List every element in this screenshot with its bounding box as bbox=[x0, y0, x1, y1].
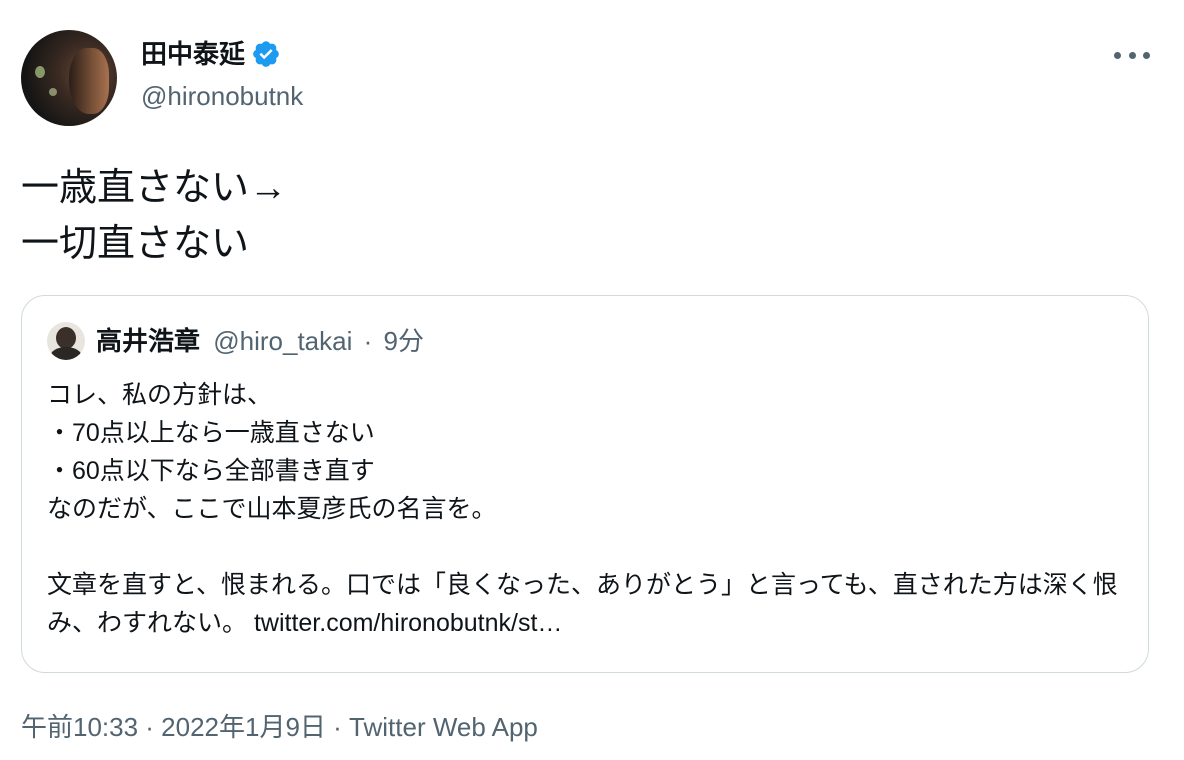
more-dot bbox=[1143, 51, 1150, 59]
quoted-header: 高井浩章 @hiro_takai · 9分 bbox=[96, 324, 424, 358]
avatar-face bbox=[69, 48, 109, 114]
more-dot bbox=[1128, 51, 1136, 59]
quoted-time[interactable]: 9分 bbox=[384, 326, 424, 356]
quoted-tweet-text: コレ、私の方針は、 ・70点以上なら一歳直さない ・60点以下なら全部書き直す … bbox=[47, 381, 1118, 637]
avatar-light bbox=[49, 88, 57, 96]
author-handle[interactable]: @hironobutnk bbox=[141, 80, 303, 112]
avatar-shoulders bbox=[50, 347, 82, 360]
author-name-row[interactable]: 田中泰延 bbox=[141, 38, 281, 70]
tweet-timestamp[interactable]: 午前10:33 · 2022年1月9日 · Twitter Web App bbox=[21, 710, 538, 744]
quoted-tweet[interactable]: 高井浩章 @hiro_takai · 9分 コレ、私の方針は、 ・70点以上なら… bbox=[21, 295, 1149, 673]
quoted-author-handle[interactable]: @hiro_takai bbox=[213, 326, 352, 356]
tweet-text: 一歳直さない→ 一切直さない bbox=[21, 167, 288, 265]
avatar-light bbox=[35, 66, 45, 78]
more-dot bbox=[1114, 51, 1121, 59]
more-options-icon[interactable] bbox=[1114, 40, 1150, 70]
tweet-card: 田中泰延 @hironobutnk 一歳直さない→ 一切直さない 高井浩章 @h… bbox=[0, 0, 1184, 760]
quoted-separator: · bbox=[363, 326, 373, 356]
verified-badge-icon bbox=[253, 41, 279, 67]
avatar-head bbox=[56, 327, 76, 349]
author-avatar[interactable] bbox=[21, 30, 117, 126]
author-name[interactable]: 田中泰延 bbox=[141, 38, 245, 70]
quoted-author-name[interactable]: 高井浩章 bbox=[96, 326, 200, 356]
quoted-author-avatar[interactable] bbox=[47, 322, 85, 360]
